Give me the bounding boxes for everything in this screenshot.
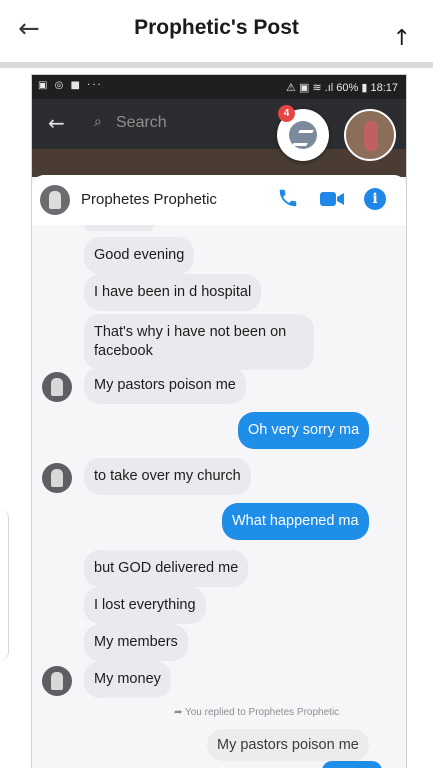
incoming-message: I have been in d hospital bbox=[84, 274, 262, 311]
quoted-reply: My pastors poison me bbox=[207, 729, 369, 761]
status-icons-left: ▣ ◎ ■ ··· bbox=[38, 80, 103, 91]
contact-chat-head-avatar bbox=[344, 109, 396, 161]
back-arrow-icon: ← bbox=[48, 111, 65, 135]
incoming-message: to take over my church bbox=[84, 458, 251, 495]
header-divider bbox=[0, 62, 433, 68]
search-icon: ⌕ bbox=[94, 114, 102, 130]
message-line: facebook bbox=[94, 343, 153, 359]
post-header: ← Prophetic's Post ↑ bbox=[0, 0, 433, 62]
video-call-icon bbox=[320, 192, 344, 206]
incoming-message: My pastors poison me bbox=[84, 367, 246, 404]
outgoing-message: What happened ma bbox=[222, 503, 369, 540]
incoming-message: but GOD delivered me bbox=[84, 550, 249, 587]
contact-avatar bbox=[40, 185, 70, 215]
page-edge-divider bbox=[0, 510, 9, 660]
outgoing-message: Oh very sorry ma bbox=[238, 412, 370, 449]
search-placeholder: Search bbox=[116, 114, 167, 131]
contact-avatar bbox=[42, 463, 72, 493]
messenger-icon bbox=[289, 121, 317, 149]
phone-icon bbox=[279, 189, 297, 207]
chat-header: Prophetes Prophetic i bbox=[32, 175, 406, 225]
replied-label: ➦ You replied to Prophetes Prophetic bbox=[174, 707, 339, 718]
header-photo-strip bbox=[32, 149, 406, 177]
incoming-message: My members bbox=[84, 624, 188, 661]
contact-name: Prophetes Prophetic bbox=[81, 191, 217, 208]
status-icons-right: ⚠ ▣ ≋ .ıl 60% ▮ 18:17 bbox=[286, 82, 398, 94]
incoming-message: That's why i have not been on facebook bbox=[84, 314, 314, 370]
page-title: Prophetic's Post bbox=[134, 16, 299, 39]
incoming-message: Good evening bbox=[84, 237, 195, 274]
incoming-message: My money bbox=[84, 661, 171, 698]
scroll-up-icon[interactable]: ↑ bbox=[393, 26, 411, 51]
contact-avatar bbox=[42, 666, 72, 696]
status-bar: ▣ ◎ ■ ··· ⚠ ▣ ≋ .ıl 60% ▮ 18:17 bbox=[32, 75, 406, 99]
message-line: That's why i have not been on bbox=[94, 324, 287, 340]
replied-text: You replied to Prophetes Prophetic bbox=[184, 707, 340, 718]
notification-badge: 4 bbox=[278, 105, 295, 122]
outgoing-message-cut bbox=[322, 761, 382, 768]
previous-message-bubble bbox=[84, 225, 154, 231]
incoming-message: I lost everything bbox=[84, 587, 206, 624]
reply-arrow-icon: ➦ bbox=[174, 707, 185, 718]
info-icon: i bbox=[364, 188, 386, 210]
contact-avatar bbox=[42, 372, 72, 402]
screenshot-image: ▣ ◎ ■ ··· ⚠ ▣ ≋ .ıl 60% ▮ 18:17 ← ⌕ Sear… bbox=[32, 75, 406, 768]
conversation-area: Good evening I have been in d hospital T… bbox=[32, 225, 406, 768]
